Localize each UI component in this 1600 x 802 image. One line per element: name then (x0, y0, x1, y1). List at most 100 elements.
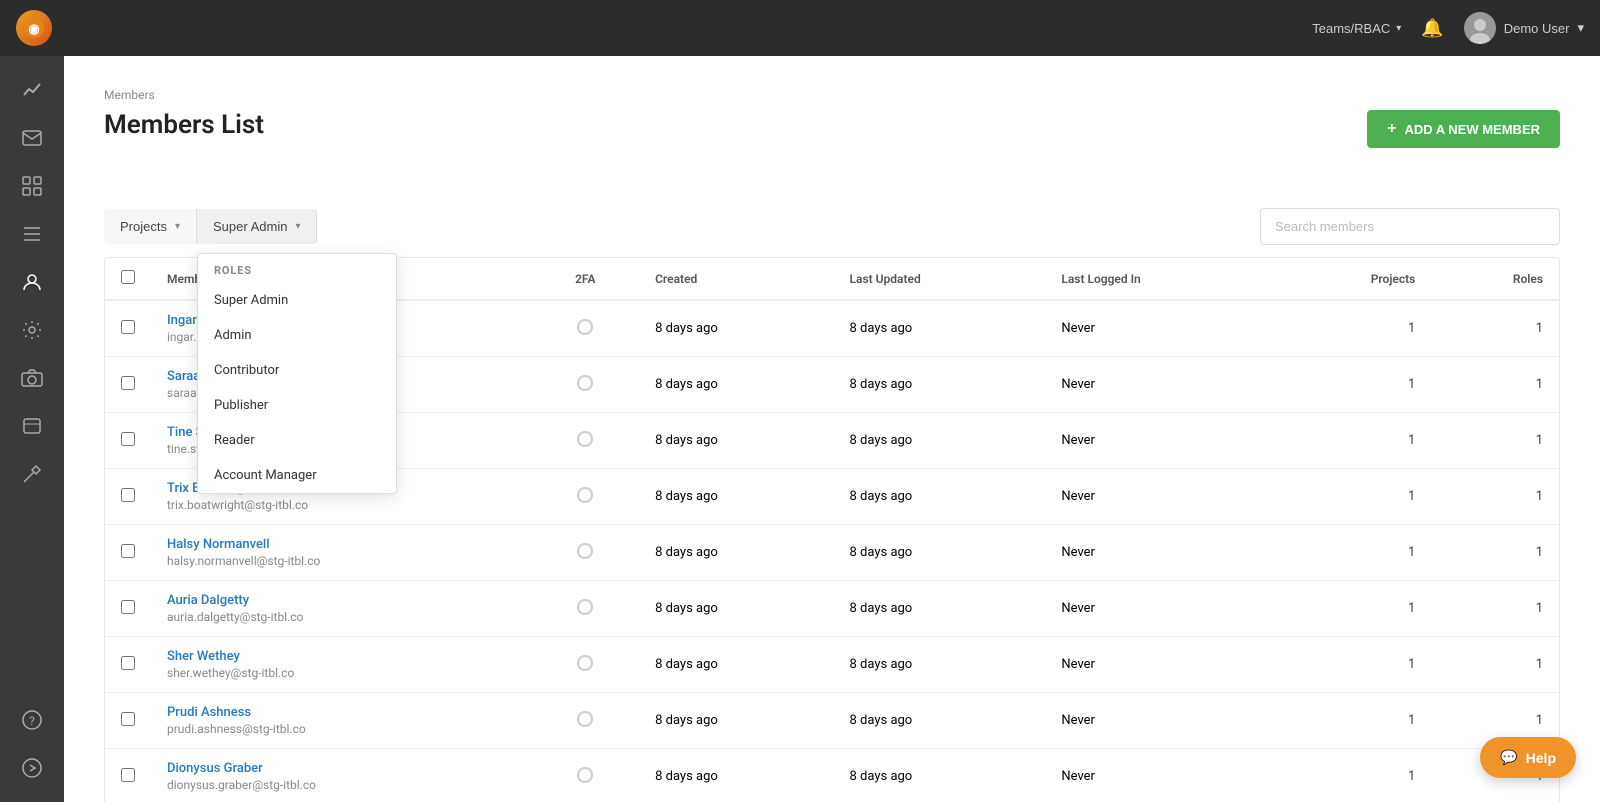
member-email: prudi.ashness@stg-itbl.co (167, 722, 516, 736)
last-logged-in-date: Never (1045, 581, 1274, 637)
member-name[interactable]: Halsy Normanvell (167, 537, 516, 552)
last-logged-in-date: Never (1045, 469, 1274, 525)
role-option-publisher[interactable]: Publisher (198, 388, 396, 423)
role-option-contributor[interactable]: Contributor (198, 353, 396, 388)
member-email: auria.dalgetty@stg-itbl.co (167, 610, 516, 624)
table-row: Prudi Ashness prudi.ashness@stg-itbl.co … (105, 693, 1559, 749)
teams-rbac-label: Teams/RBAC (1312, 21, 1390, 36)
projects-count: 1 (1274, 525, 1431, 581)
main-content: Members Members List + ADD A NEW MEMBER … (64, 56, 1600, 802)
top-nav: ◉ Teams/RBAC ▾ 🔔 Demo User ▾ (0, 0, 1600, 56)
help-label: Help (1526, 750, 1556, 766)
role-filter-button[interactable]: Super Admin ▾ (197, 209, 317, 244)
projects-count: 1 (1274, 749, 1431, 802)
sidebar-item-help[interactable]: ? (10, 698, 54, 742)
member-name[interactable]: Dionysus Graber (167, 761, 516, 776)
member-name[interactable]: Auria Dalgetty (167, 593, 516, 608)
created-date: 8 days ago (639, 581, 833, 637)
sidebar-item-members[interactable] (10, 260, 54, 304)
roles-count: 1 (1431, 637, 1559, 693)
table-row: Sher Wethey sher.wethey@stg-itbl.co 8 da… (105, 637, 1559, 693)
role-option-admin[interactable]: Admin (198, 318, 396, 353)
col-header-last-logged-in: Last Logged In (1045, 258, 1274, 300)
2fa-status (577, 599, 593, 615)
sidebar-item-settings[interactable] (10, 308, 54, 352)
sidebar-item-camera[interactable] (10, 356, 54, 400)
role-dropdown: ROLES Super Admin Admin Contributor Publ… (197, 253, 397, 494)
projects-count: 1 (1274, 413, 1431, 469)
2fa-status (577, 431, 593, 447)
row-checkbox-3[interactable] (121, 488, 135, 502)
last-updated-date: 8 days ago (834, 469, 1046, 525)
sidebar-item-dashboard[interactable] (10, 164, 54, 208)
add-member-button[interactable]: + ADD A NEW MEMBER (1367, 110, 1560, 148)
roles-count: 1 (1431, 357, 1559, 413)
projects-count: 1 (1274, 581, 1431, 637)
col-header-projects: Projects (1274, 258, 1431, 300)
sidebar-item-expand[interactable] (10, 746, 54, 790)
select-all-checkbox[interactable] (121, 270, 135, 284)
row-checkbox-0[interactable] (121, 320, 135, 334)
sidebar-item-tools[interactable] (10, 452, 54, 496)
app-logo: ◉ (16, 10, 52, 46)
member-name[interactable]: Prudi Ashness (167, 705, 516, 720)
role-option-account-manager[interactable]: Account Manager (198, 458, 396, 493)
roles-count: 1 (1431, 469, 1559, 525)
projects-filter-label: Projects (120, 219, 167, 234)
controls-row: Projects ▾ Super Admin ▾ ROLES Super Adm… (104, 196, 1560, 257)
user-chevron-icon: ▾ (1577, 20, 1584, 36)
last-updated-date: 8 days ago (834, 525, 1046, 581)
chevron-down-icon: ▾ (1396, 23, 1401, 34)
search-input[interactable] (1260, 208, 1560, 245)
last-logged-in-date: Never (1045, 357, 1274, 413)
role-option-super-admin[interactable]: Super Admin (198, 283, 396, 318)
last-updated-date: 8 days ago (834, 300, 1046, 357)
last-updated-date: 8 days ago (834, 749, 1046, 802)
roles-header-label: ROLES (198, 254, 396, 283)
2fa-status (577, 487, 593, 503)
row-checkbox-7[interactable] (121, 712, 135, 726)
projects-count: 1 (1274, 357, 1431, 413)
row-checkbox-2[interactable] (121, 432, 135, 446)
teams-rbac-button[interactable]: Teams/RBAC ▾ (1312, 21, 1401, 36)
last-updated-date: 8 days ago (834, 357, 1046, 413)
last-updated-date: 8 days ago (834, 693, 1046, 749)
member-email: dionysus.graber@stg-itbl.co (167, 778, 516, 792)
last-updated-date: 8 days ago (834, 637, 1046, 693)
role-filter-label: Super Admin (213, 219, 287, 234)
projects-filter-button[interactable]: Projects ▾ (104, 209, 197, 244)
projects-count: 1 (1274, 693, 1431, 749)
projects-count: 1 (1274, 300, 1431, 357)
role-option-reader[interactable]: Reader (198, 423, 396, 458)
created-date: 8 days ago (639, 357, 833, 413)
sidebar-item-mail[interactable] (10, 116, 54, 160)
created-date: 8 days ago (639, 525, 833, 581)
created-date: 8 days ago (639, 749, 833, 802)
col-header-roles: Roles (1431, 258, 1559, 300)
table-row: Halsy Normanvell halsy.normanvell@stg-it… (105, 525, 1559, 581)
row-checkbox-4[interactable] (121, 544, 135, 558)
user-menu-button[interactable]: Demo User ▾ (1464, 12, 1584, 44)
notifications-button[interactable]: 🔔 (1421, 18, 1443, 39)
member-name[interactable]: Sher Wethey (167, 649, 516, 664)
sidebar-item-layers[interactable] (10, 404, 54, 448)
bell-icon: 🔔 (1421, 18, 1443, 38)
last-logged-in-date: Never (1045, 693, 1274, 749)
created-date: 8 days ago (639, 693, 833, 749)
2fa-status (577, 319, 593, 335)
svg-text:?: ? (29, 714, 35, 728)
row-checkbox-6[interactable] (121, 656, 135, 670)
help-button[interactable]: 💬 Help (1480, 737, 1576, 778)
last-updated-date: 8 days ago (834, 413, 1046, 469)
row-checkbox-8[interactable] (121, 768, 135, 782)
sidebar-item-analytics[interactable] (10, 68, 54, 112)
role-filter-wrapper: Super Admin ▾ ROLES Super Admin Admin Co… (197, 209, 317, 244)
role-chevron-icon: ▾ (295, 221, 300, 232)
last-logged-in-date: Never (1045, 525, 1274, 581)
created-date: 8 days ago (639, 413, 833, 469)
projects-count: 1 (1274, 469, 1431, 525)
sidebar-item-list[interactable] (10, 212, 54, 256)
row-checkbox-5[interactable] (121, 600, 135, 614)
roles-count: 1 (1431, 300, 1559, 357)
row-checkbox-1[interactable] (121, 376, 135, 390)
